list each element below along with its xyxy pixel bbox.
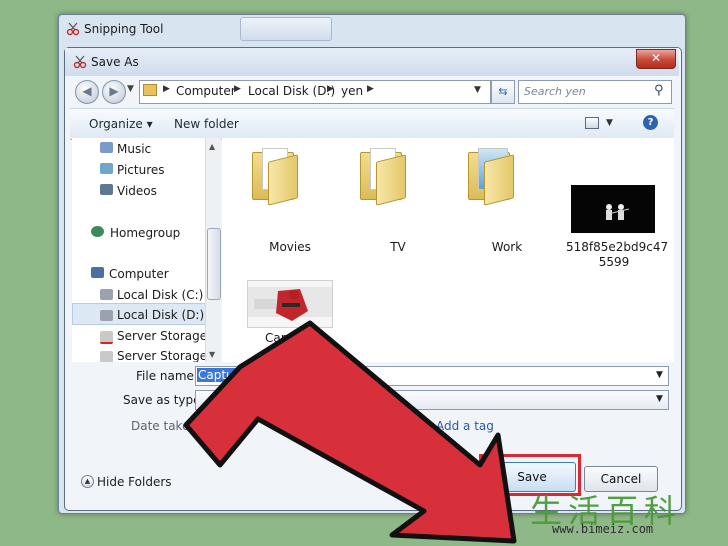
drive-icon (100, 310, 113, 321)
change-view-icon[interactable] (585, 117, 599, 129)
scissors-icon (73, 55, 87, 69)
drive-icon (100, 289, 113, 300)
watermark-url: www.bimeiz.com (552, 522, 654, 536)
red-arrow-annotation (183, 320, 517, 544)
computer-icon (91, 267, 104, 278)
image-filename-line1[interactable]: 518f85e2bd9c47 (566, 240, 668, 254)
network-drive-icon (100, 331, 113, 344)
folder-tv-label[interactable]: TV (360, 240, 436, 254)
command-bar (70, 108, 674, 140)
recent-locations-dropdown-icon[interactable]: ▼ (127, 84, 134, 94)
folder-icon[interactable] (252, 148, 298, 206)
breadcrumb-local-disk-d[interactable]: Local Disk (D:) (248, 84, 335, 98)
folder-icon[interactable] (360, 148, 406, 206)
nav-item-pictures[interactable]: Pictures (117, 163, 165, 177)
dialog-titlebar[interactable] (65, 48, 679, 76)
dialog-title: Save As (91, 55, 139, 69)
organize-button[interactable]: Organize ▾ (89, 117, 153, 131)
help-icon[interactable]: ? (643, 115, 658, 130)
save-as-type-dropdown-icon[interactable]: ▼ (656, 394, 663, 404)
breadcrumb-separator-icon[interactable]: ▶ (163, 84, 170, 94)
nav-item-local-disk-c[interactable]: Local Disk (C:) (117, 288, 203, 302)
pictures-icon (100, 163, 113, 174)
nav-item-music[interactable]: Music (117, 142, 151, 156)
scissors-icon (66, 22, 80, 36)
folder-icon[interactable] (468, 148, 514, 206)
search-icon[interactable]: ⚲ (654, 83, 664, 98)
breadcrumb-separator-icon[interactable]: ▶ (327, 84, 334, 94)
refresh-button[interactable]: ⇆ (491, 80, 515, 104)
folder-icon (143, 84, 157, 96)
nav-item-computer[interactable]: Computer (109, 267, 169, 281)
nav-item-homegroup[interactable]: Homegroup (110, 226, 180, 240)
search-placeholder: Search yen (524, 85, 586, 98)
snip-toolbar-ghost (240, 17, 332, 41)
scroll-up-icon[interactable]: ▲ (209, 142, 215, 151)
file-name-dropdown-icon[interactable]: ▼ (656, 370, 663, 380)
nav-scroll-thumb[interactable] (207, 228, 221, 300)
close-button[interactable]: ✕ (636, 49, 676, 69)
image-thumbnail[interactable] (571, 185, 655, 233)
folder-movies-label[interactable]: Movies (252, 240, 328, 254)
address-dropdown-icon[interactable]: ▼ (474, 85, 481, 95)
hide-folders-button[interactable]: Hide Folders (97, 475, 172, 489)
videos-icon (100, 184, 113, 195)
breadcrumb-yen[interactable]: yen (341, 84, 363, 98)
new-folder-button[interactable]: New folder (174, 117, 239, 131)
image-filename-line2[interactable]: 5599 (566, 255, 662, 269)
music-icon (100, 142, 113, 153)
breadcrumb-separator-icon[interactable]: ▶ (367, 84, 374, 94)
breadcrumb-computer[interactable]: Computer (176, 84, 236, 98)
homegroup-icon (91, 226, 104, 237)
back-button[interactable]: ◀ (75, 80, 99, 104)
view-options-dropdown-icon[interactable]: ▼ (606, 118, 613, 128)
breadcrumb-separator-icon[interactable]: ▶ (234, 84, 241, 94)
snipping-tool-title: Snipping Tool (84, 22, 164, 36)
nav-item-videos[interactable]: Videos (117, 184, 157, 198)
folder-work-label[interactable]: Work (469, 240, 545, 254)
chevron-up-icon[interactable]: ▲ (81, 475, 94, 488)
forward-button[interactable]: ▶ (102, 80, 126, 104)
